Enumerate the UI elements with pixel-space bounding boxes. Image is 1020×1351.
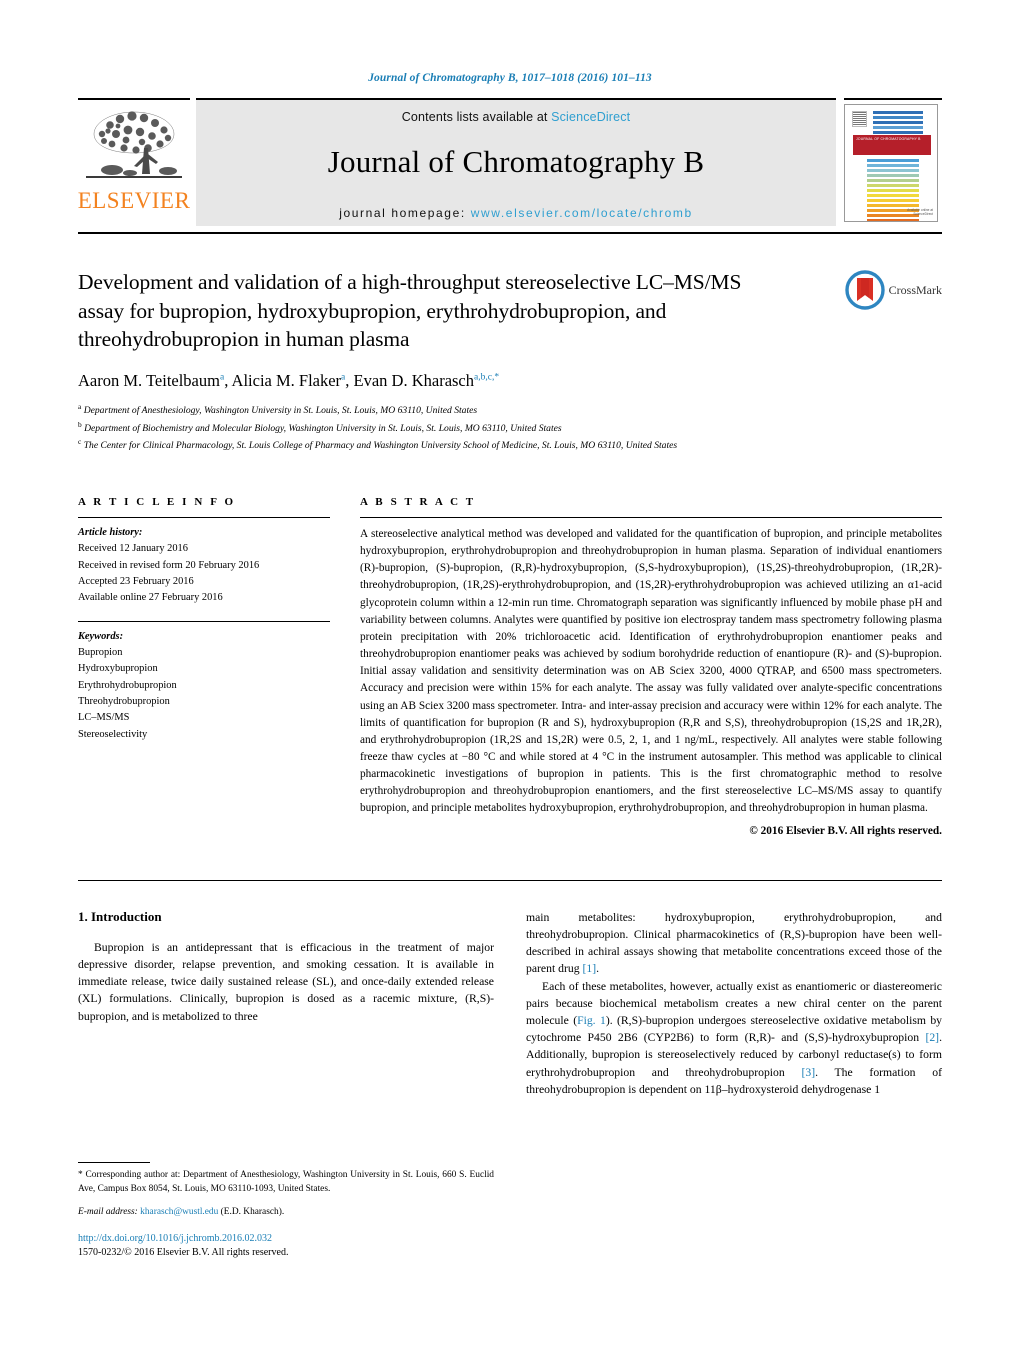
affiliation-text: Department of Biochemistry and Molecular… [84,422,562,434]
journal-title: Journal of Chromatography B [327,144,705,179]
affiliation-mark: b [78,419,82,429]
history-item: Available online 27 February 2016 [78,592,223,604]
article-info-rule [78,516,330,518]
title-block: CrossMark Development and validation of … [78,268,942,454]
abstract-body: A stereoselective analytical method was … [360,526,942,840]
author-list: Aaron M. Teitelbauma, Alicia M. Flakera,… [78,370,500,390]
email-label: E-mail address: [78,1206,138,1217]
contents-prefix: Contents lists available at [401,110,552,124]
article-info-heading: A R T I C L E I N F O [78,495,236,508]
affiliation-text: The Center for Clinical Pharmacology, St… [83,440,678,452]
keywords-label: Keywords: [78,630,124,642]
keyword-item: LC–MS/MS [78,712,130,724]
author-name: Aaron M. Teitelbaum [78,370,220,390]
info-abstract-row: A R T I C L E I N F O Article history: R… [78,496,942,840]
cover-top-bars [873,111,923,136]
cover-title-banner: JOURNAL OF CHROMATOGRAPHY B [853,135,931,155]
keyword-item: Threohydrobupropion [78,695,170,707]
history-item: Received in revised form 20 February 201… [78,559,260,571]
journal-cover-thumbnail: JOURNAL OF CHROMATOGRAPHY B Available on… [844,98,942,226]
cover-corner-mark [852,111,867,127]
article-history-block: Article history: Received 12 January 201… [78,525,330,607]
history-item: Received 12 January 2016 [78,543,188,555]
body-column-right: main metabolites: hydroxybupropion, eryt… [526,909,942,1261]
affiliation-item: a Department of Anesthesiology, Washingt… [78,401,942,419]
citation-ref[interactable]: [3] [801,1066,815,1079]
author-affil-mark[interactable]: a,b,c,* [474,372,499,382]
email-owner: (E.D. Kharasch). [220,1206,285,1217]
author-affil-mark[interactable]: a [341,372,345,382]
contents-available-line: Contents lists available at ScienceDirec… [402,110,630,124]
crossmark-icon [844,270,885,310]
keyword-item: Bupropion [78,646,123,658]
history-item: Accepted 23 February 2016 [78,575,194,587]
page-title: Development and validation of a high-thr… [78,270,742,352]
affiliation-text: Department of Anesthesiology, Washington… [83,404,478,416]
corresponding-author-note: * Corresponding author at: Department of… [78,1168,494,1196]
body-column-left: 1. Introduction Bupropion is an antidepr… [78,909,494,1261]
affiliation-item: b Department of Biochemistry and Molecul… [78,419,942,437]
article-history-label: Article history: [78,526,143,538]
affiliation-list: a Department of Anesthesiology, Washingt… [78,401,942,454]
elsevier-tree-icon [86,111,182,178]
keywords-rule [78,620,330,622]
masthead-center: Contents lists available at ScienceDirec… [196,98,836,226]
sciencedirect-link[interactable]: ScienceDirect [551,110,630,124]
doi-block: http://dx.doi.org/10.1016/j.jchromb.2016… [78,1232,494,1261]
citation-ref[interactable]: [1] [582,962,596,975]
elsevier-wordmark: ELSEVIER [77,188,191,213]
affiliation-item: c The Center for Clinical Pharmacology, … [78,436,942,454]
intro-paragraph-left: Bupropion is an antidepressant that is e… [78,939,494,1025]
abstract-heading: A B S T R A C T [360,495,476,508]
footnote-area: * Corresponding author at: Department of… [78,1161,494,1261]
paragraph: Each of these metabolites, however, actu… [526,978,942,1098]
author-name: Evan D. Kharasch [353,370,475,390]
article-page: Journal of Chromatography B, 1017–1018 (… [0,0,1020,1351]
crossmark-label: CrossMark [888,282,942,297]
affiliation-mark: c [78,437,82,447]
issn-copyright-line: 1570-0232/© 2016 Elsevier B.V. All right… [78,1247,289,1259]
journal-homepage-line: journal homepage: www.elsevier.com/locat… [339,206,693,220]
crossmark-badge[interactable]: CrossMark [844,270,942,310]
email-line: E-mail address: kharasch@wustl.edu (E.D.… [78,1207,494,1217]
citation-ref[interactable]: [2] [925,1031,939,1044]
author-affil-mark[interactable]: a [220,372,224,382]
author-name: Alicia M. Flaker [231,370,342,390]
body-columns: 1. Introduction Bupropion is an antidepr… [78,909,942,1261]
keywords-block: Keywords: Bupropion Hydroxybupropion Ery… [78,620,330,743]
running-head: Journal of Chromatography B, 1017–1018 (… [368,72,652,84]
paragraph: Bupropion is an antidepressant that is e… [78,940,494,1023]
section-heading-introduction: 1. Introduction [78,908,162,924]
corresponding-author-text: * Corresponding author at: Department of… [78,1169,494,1194]
article-info-column: A R T I C L E I N F O Article history: R… [78,496,330,840]
abstract-paragraph: A stereoselective analytical method was … [360,527,942,815]
cover-sciencedirect-logo: Available online at ScienceDirect [907,208,933,216]
elsevier-logo: ELSEVIER [78,98,190,226]
keyword-item: Erythrohydrobupropion [78,679,177,691]
keyword-item: Stereoselectivity [78,728,148,740]
keyword-item: Hydroxybupropion [78,663,158,675]
cover-banner-title: JOURNAL OF CHROMATOGRAPHY B [856,137,921,141]
journal-homepage-link[interactable]: www.elsevier.com/locate/chromb [471,206,693,220]
abstract-rule [360,516,942,518]
abstract-column: A B S T R A C T A stereoselective analyt… [360,496,942,840]
doi-link[interactable]: http://dx.doi.org/10.1016/j.jchromb.2016… [78,1233,272,1244]
journal-masthead: ELSEVIER Contents lists available at Sci… [78,98,942,226]
cover-image: JOURNAL OF CHROMATOGRAPHY B Available on… [844,104,938,222]
homepage-prefix: journal homepage: [339,206,466,220]
email-link[interactable]: kharasch@wustl.edu [140,1207,218,1217]
intro-continued: main metabolites: hydroxybupropion, eryt… [526,909,942,1098]
figure-ref[interactable]: Fig. 1 [577,1014,606,1027]
masthead-bottom-rule [78,232,942,234]
body-top-rule [78,879,942,881]
abstract-copyright: © 2016 Elsevier B.V. All rights reserved… [749,824,942,837]
affiliation-mark: a [78,401,82,411]
footnote-rule [78,1161,150,1163]
paragraph: main metabolites: hydroxybupropion, eryt… [526,910,942,976]
